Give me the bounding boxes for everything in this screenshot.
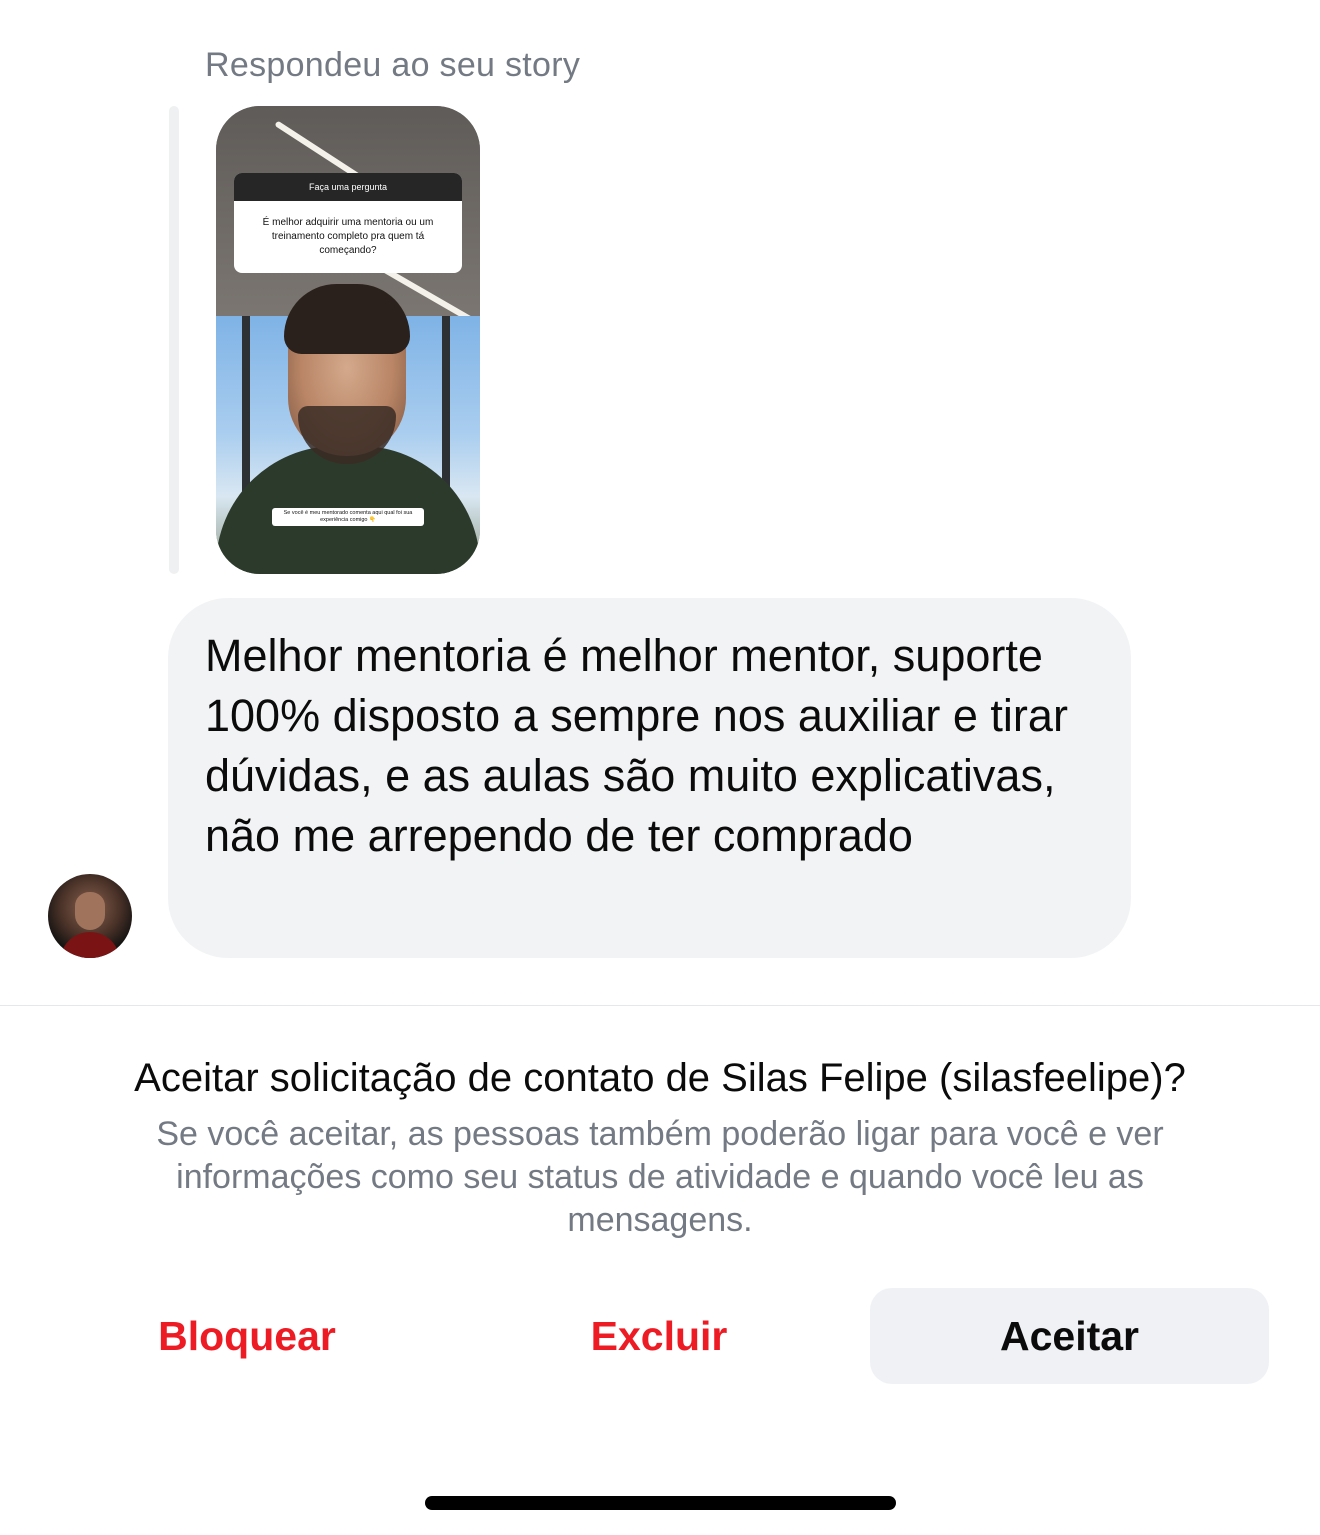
sender-avatar[interactable] bbox=[48, 874, 132, 958]
home-indicator[interactable] bbox=[425, 1496, 896, 1510]
message-bubble[interactable]: Melhor mentoria é melhor mentor, suporte… bbox=[168, 598, 1131, 958]
divider bbox=[0, 1005, 1320, 1006]
question-sticker-header: Faça uma pergunta bbox=[234, 173, 462, 201]
message-text: Melhor mentoria é melhor mentor, suporte… bbox=[205, 630, 1068, 861]
delete-button[interactable]: Excluir bbox=[464, 1288, 854, 1384]
story-thumbnail[interactable]: Faça uma pergunta É melhor adquirir uma … bbox=[216, 106, 480, 574]
request-description: Se você aceitar, as pessoas também poder… bbox=[156, 1115, 1164, 1239]
request-title: Aceitar solicitação de contato de Silas … bbox=[134, 1056, 1186, 1100]
story-reply-caption: Respondeu ao seu story bbox=[205, 46, 581, 84]
question-sticker: Faça uma pergunta É melhor adquirir uma … bbox=[234, 173, 462, 273]
block-button[interactable]: Bloquear bbox=[52, 1288, 442, 1384]
avatar-face bbox=[75, 892, 105, 930]
quote-bar bbox=[169, 106, 179, 574]
accept-button[interactable]: Aceitar bbox=[870, 1288, 1269, 1384]
dm-request-screen: Respondeu ao seu story Faça uma pergunta… bbox=[0, 0, 1320, 1535]
question-sticker-text: É melhor adquirir uma mentoria ou um tre… bbox=[262, 217, 434, 256]
story-bottom-caption: Se você é meu mentorado comenta aqui qua… bbox=[272, 508, 424, 526]
avatar-shirt bbox=[60, 932, 120, 958]
